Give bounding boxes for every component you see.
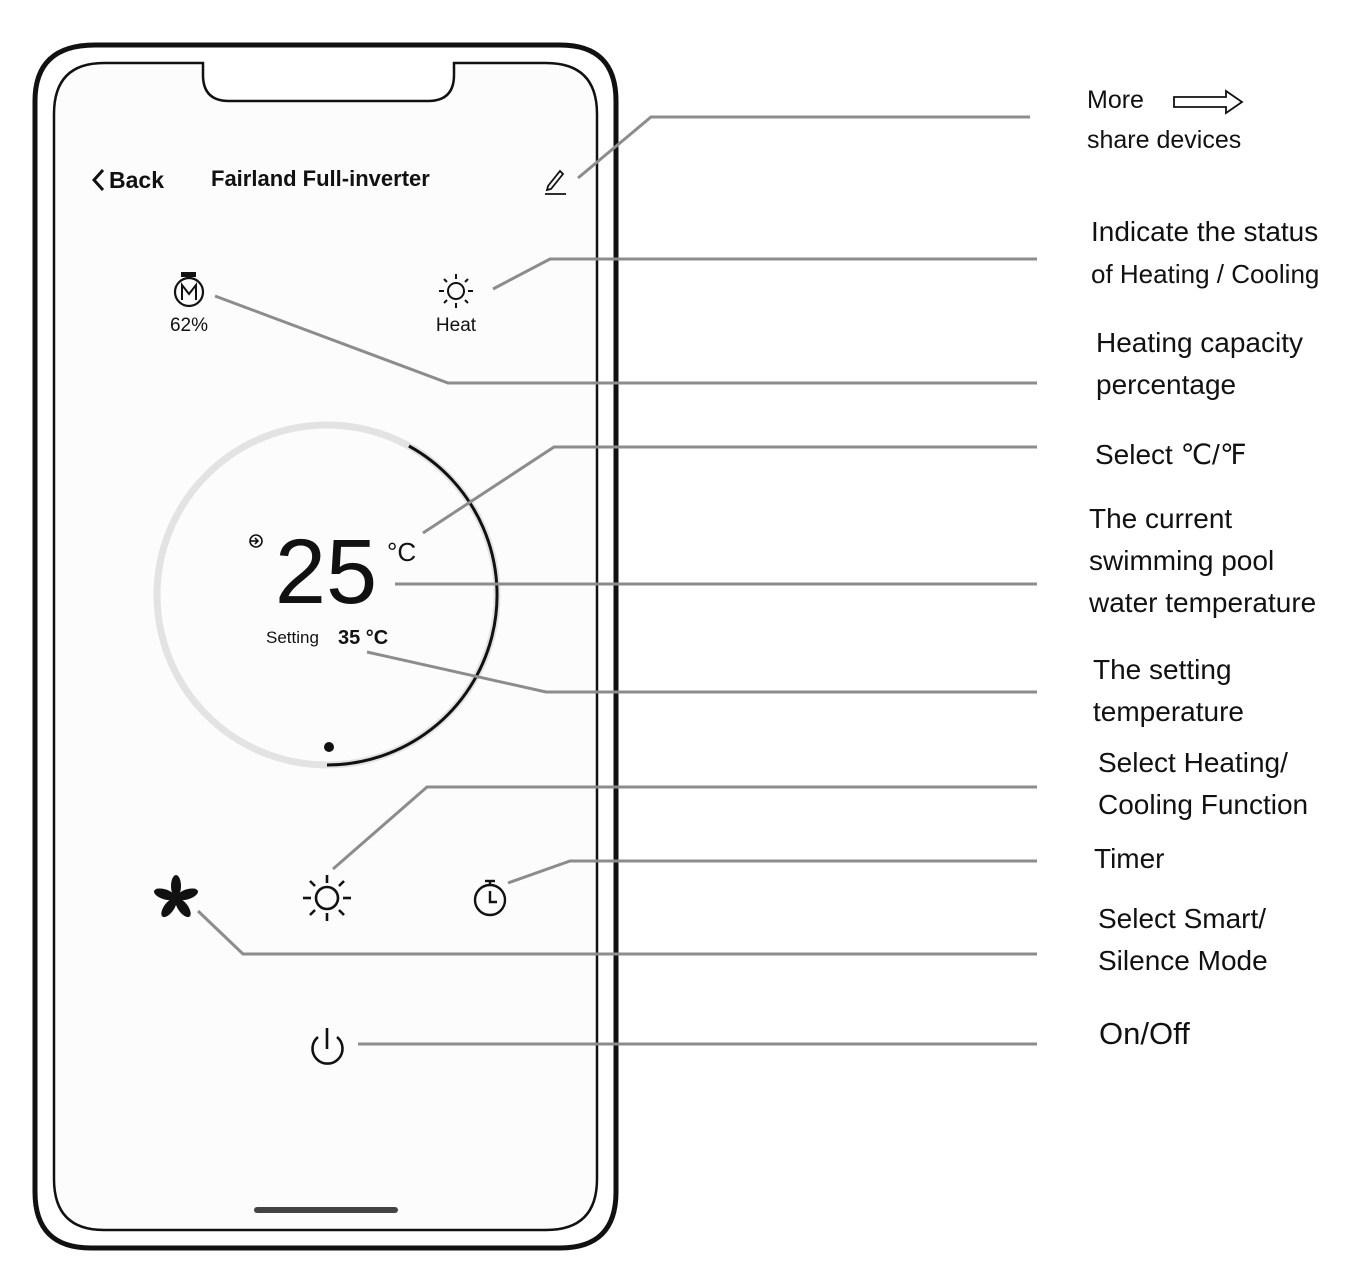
- annotation-current: The current swimming pool water temperat…: [1089, 498, 1316, 624]
- annotation-capacity: Heating capacity percentage: [1096, 322, 1303, 406]
- setting-label: Setting: [266, 628, 319, 647]
- back-button[interactable]: Back: [109, 167, 164, 193]
- annotation-setting-line2: temperature: [1093, 696, 1244, 727]
- annotation-unit: Select ℃/℉: [1095, 434, 1246, 476]
- leader-edit: [577, 115, 1030, 180]
- mode-status-label: Heat: [436, 315, 477, 336]
- setting-temperature: 35 °C: [338, 627, 388, 649]
- annotation-function-line1: Select Heating/: [1098, 747, 1288, 778]
- annotation-onoff-line1: On/Off: [1099, 1016, 1190, 1051]
- annotation-capacity-line2: percentage: [1096, 369, 1237, 400]
- home-indicator: [254, 1207, 398, 1213]
- dial-thumb[interactable]: [324, 742, 334, 752]
- annotation-status-line1: Indicate the status: [1091, 216, 1319, 247]
- annotation-capacity-line1: Heating capacity: [1096, 327, 1304, 358]
- app-diagram: Back Fairland Full-inverter 62% Heat 25 …: [32, 42, 1244, 1251]
- annotation-status-line2: of Heating / Cooling: [1091, 259, 1320, 289]
- annotation-smart-line1: Select Smart/: [1098, 903, 1267, 934]
- annotation-function: Select Heating/ Cooling Function: [1098, 742, 1308, 826]
- annotation-setting: The setting temperature: [1093, 649, 1244, 733]
- annotation-timer: Timer: [1094, 838, 1165, 880]
- current-water-temperature: 25: [275, 521, 377, 623]
- page-title: Fairland Full-inverter: [211, 166, 430, 191]
- annotation-onoff: On/Off: [1099, 1013, 1190, 1055]
- annotation-more-line2: share devices: [1087, 126, 1242, 154]
- temperature-unit-toggle[interactable]: °C: [387, 537, 416, 567]
- annotation-more-line1: More: [1087, 86, 1144, 114]
- annotation-function-line2: Cooling Function: [1098, 789, 1309, 820]
- annotation-status: Indicate the status of Heating / Cooling: [1091, 211, 1319, 295]
- annotation-current-line1: The current: [1089, 503, 1233, 534]
- annotation-smart: Select Smart/ Silence Mode: [1098, 898, 1268, 982]
- annotation-timer-line1: Timer: [1094, 843, 1165, 874]
- annotation-current-line2: swimming pool: [1089, 545, 1275, 576]
- annotation-setting-line1: The setting: [1093, 654, 1232, 685]
- annotation-current-line3: water temperature: [1089, 587, 1317, 618]
- phone-screen-border: [52, 61, 599, 1232]
- annotation-smart-line2: Silence Mode: [1098, 945, 1268, 976]
- annotation-more: More share devices: [1087, 80, 1241, 160]
- capacity-percentage: 62%: [170, 315, 208, 336]
- annotation-unit-line1: Select ℃/℉: [1095, 439, 1247, 470]
